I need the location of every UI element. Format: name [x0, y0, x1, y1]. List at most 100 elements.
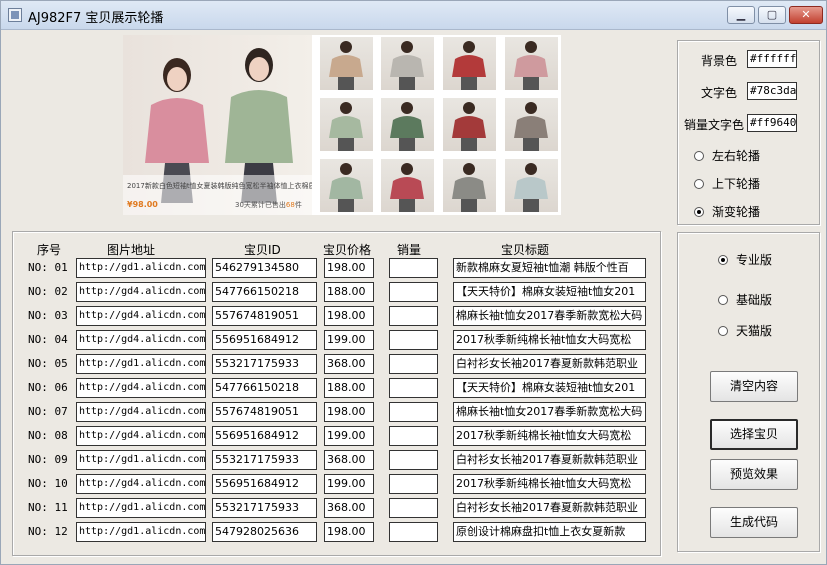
product-id-field[interactable]: 546279134580 — [212, 258, 317, 278]
title-bar[interactable]: AJ982F7 宝贝展示轮播 ▁ ▢ ✕ — [1, 1, 826, 30]
product-id-field[interactable]: 547766150218 — [212, 282, 317, 302]
image-url-field[interactable]: http://gd1.alicdn.com — [76, 498, 206, 518]
radio-label: 天猫版 — [736, 324, 773, 338]
product-thumbnail — [381, 98, 434, 151]
sales-field[interactable] — [389, 402, 438, 422]
product-id-field[interactable]: 547766150218 — [212, 378, 317, 398]
image-url-field[interactable]: http://gd4.alicdn.com — [76, 426, 206, 446]
price-field[interactable]: 188.00 — [324, 282, 374, 302]
sales-field[interactable] — [389, 450, 438, 470]
radio-icon — [694, 178, 704, 189]
maximize-button[interactable]: ▢ — [758, 6, 786, 24]
sales-field[interactable] — [389, 258, 438, 278]
image-url-field[interactable]: http://gd4.alicdn.com — [76, 282, 206, 302]
image-url-field[interactable]: http://gd4.alicdn.com — [76, 306, 206, 326]
sales-field[interactable] — [389, 282, 438, 302]
image-url-field[interactable]: http://gd1.alicdn.com — [76, 258, 206, 278]
price-field[interactable]: 368.00 — [324, 498, 374, 518]
bg-color-input[interactable]: #ffffff — [747, 50, 797, 68]
sales-field[interactable] — [389, 498, 438, 518]
product-title-field[interactable]: 白衬衫女长袖2017春夏新款韩范职业 — [453, 354, 646, 374]
sales-field[interactable] — [389, 330, 438, 350]
price-field[interactable]: 198.00 — [324, 258, 374, 278]
radio-basic-edition[interactable]: 基础版 — [718, 291, 772, 308]
image-url-field[interactable]: http://gd4.alicdn.com — [76, 378, 206, 398]
product-title-field[interactable]: 白衬衫女长袖2017春夏新款韩范职业 — [453, 498, 646, 518]
image-url-field[interactable]: http://gd4.alicdn.com — [76, 330, 206, 350]
product-thumbnail — [381, 37, 434, 90]
sales-field[interactable] — [389, 378, 438, 398]
product-id-field[interactable]: 557674819051 — [212, 306, 317, 326]
product-title-field[interactable]: 【天天特价】棉麻女装短袖t恤女201 — [453, 378, 646, 398]
image-url-field[interactable]: http://gd4.alicdn.com — [76, 474, 206, 494]
product-title-field[interactable]: 【天天特价】棉麻女装短袖t恤女201 — [453, 282, 646, 302]
radio-up-down-carousel[interactable]: 上下轮播 — [694, 175, 760, 192]
image-url-field[interactable]: http://gd1.alicdn.com — [76, 450, 206, 470]
price-field[interactable]: 188.00 — [324, 378, 374, 398]
close-button[interactable]: ✕ — [789, 6, 823, 24]
sales-field[interactable] — [389, 354, 438, 374]
product-id-field[interactable]: 547928025636 — [212, 522, 317, 542]
product-title-field[interactable]: 白衬衫女长袖2017春夏新款韩范职业 — [453, 450, 646, 470]
row-number: NO: 05 — [28, 357, 68, 370]
radio-icon — [718, 325, 728, 336]
sales-color-input[interactable]: #ff9640 — [747, 114, 797, 132]
price-field[interactable]: 199.00 — [324, 330, 374, 350]
radio-fade-carousel[interactable]: 渐变轮播 — [694, 203, 760, 220]
sales-field[interactable] — [389, 474, 438, 494]
row-number: NO: 12 — [28, 525, 68, 538]
sales-field[interactable] — [389, 522, 438, 542]
row-number: NO: 04 — [28, 333, 68, 346]
product-id-field[interactable]: 556951684912 — [212, 330, 317, 350]
image-url-field[interactable]: http://gd1.alicdn.com — [76, 522, 206, 542]
minimize-button[interactable]: ▁ — [727, 6, 755, 24]
row-number: NO: 08 — [28, 429, 68, 442]
generate-code-button[interactable]: 生成代码 — [710, 507, 798, 538]
product-thumbnail — [320, 98, 373, 151]
radio-label: 专业版 — [736, 253, 773, 267]
product-title-field[interactable]: 棉麻长袖t恤女2017春季新款宽松大码 — [453, 402, 646, 422]
radio-tmall-edition[interactable]: 天猫版 — [718, 322, 772, 339]
select-product-button[interactable]: 选择宝贝 — [710, 419, 798, 450]
price-field[interactable]: 368.00 — [324, 354, 374, 374]
product-thumbnail — [443, 98, 496, 151]
price-field[interactable]: 199.00 — [324, 474, 374, 494]
preview-effect-button[interactable]: 预览效果 — [710, 459, 798, 490]
price-field[interactable]: 198.00 — [324, 306, 374, 326]
price-field[interactable]: 199.00 — [324, 426, 374, 446]
promo-sold-text: 30天累计已售出 — [235, 201, 286, 209]
product-title-field[interactable]: 2017秋季新纯棉长袖t恤女大码宽松 — [453, 426, 646, 446]
product-id-field[interactable]: 556951684912 — [212, 474, 317, 494]
product-id-field[interactable]: 553217175933 — [212, 354, 317, 374]
product-thumbnail — [381, 159, 434, 212]
row-number: NO: 06 — [28, 381, 68, 394]
radio-pro-edition[interactable]: 专业版 — [718, 251, 772, 268]
product-id-field[interactable]: 557674819051 — [212, 402, 317, 422]
product-title-field[interactable]: 2017秋季新纯棉长袖t恤女大码宽松 — [453, 474, 646, 494]
product-id-field[interactable]: 553217175933 — [212, 498, 317, 518]
promo-text: 2017新款白色短袖t恤女夏装韩版纯色宽松半袖体恤上衣棉质打底衫 — [127, 182, 312, 190]
hero-product-image: 2017新款白色短袖t恤女夏装韩版纯色宽松半袖体恤上衣棉质打底衫 ¥98.00 … — [123, 35, 312, 215]
product-id-field[interactable]: 556951684912 — [212, 426, 317, 446]
radio-label: 渐变轮播 — [712, 205, 761, 219]
clear-content-button[interactable]: 清空内容 — [710, 371, 798, 402]
product-title-field[interactable]: 棉麻长袖t恤女2017春季新款宽松大码 — [453, 306, 646, 326]
sales-field[interactable] — [389, 306, 438, 326]
price-field[interactable]: 198.00 — [324, 402, 374, 422]
price-field[interactable]: 368.00 — [324, 450, 374, 470]
row-number: NO: 09 — [28, 453, 68, 466]
sales-field[interactable] — [389, 426, 438, 446]
header-no: 序号 — [37, 243, 62, 257]
product-thumbnail — [320, 37, 373, 90]
image-url-field[interactable]: http://gd4.alicdn.com — [76, 402, 206, 422]
price-field[interactable]: 198.00 — [324, 522, 374, 542]
image-url-field[interactable]: http://gd1.alicdn.com — [76, 354, 206, 374]
product-title-field[interactable]: 新款棉麻女夏短袖t恤潮 韩版个性百 — [453, 258, 646, 278]
product-id-field[interactable]: 553217175933 — [212, 450, 317, 470]
product-title-field[interactable]: 原创设计棉麻盘扣t恤上衣女夏新款 — [453, 522, 646, 542]
text-color-input[interactable]: #78c3da — [747, 82, 797, 100]
carousel-preview-image: 2017新款白色短袖t恤女夏装韩版纯色宽松半袖体恤上衣棉质打底衫 ¥98.00 … — [123, 35, 561, 215]
product-title-field[interactable]: 2017秋季新纯棉长袖t恤女大码宽松 — [453, 330, 646, 350]
radio-left-right-carousel[interactable]: 左右轮播 — [694, 147, 760, 164]
header-image-url: 图片地址 — [107, 243, 156, 257]
